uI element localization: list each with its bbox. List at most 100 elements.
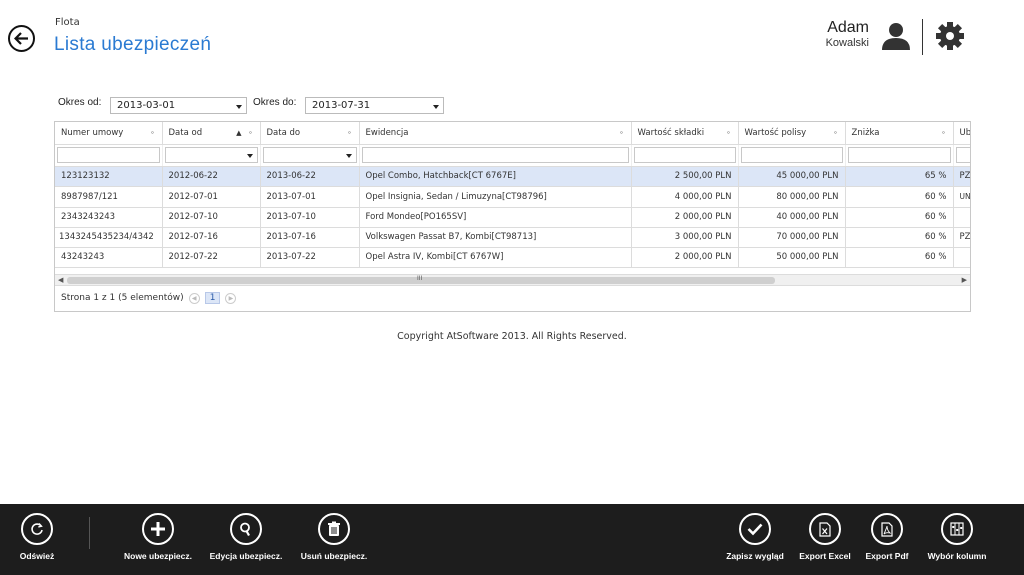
pager-summary: Strona 1 z 1 (5 elementów) <box>61 293 184 303</box>
cell-date-to: 2013-07-01 <box>260 186 360 208</box>
edit-insurance-button[interactable]: Edycja ubezpiecz. <box>204 513 288 561</box>
cell-registry: Volkswagen Passat B7, Kombi[CT98713] <box>359 227 632 248</box>
date-to-select[interactable]: 2013-07-31 <box>305 97 444 114</box>
refresh-label: Odśwież <box>19 551 55 561</box>
cell-insurer: PZ <box>953 166 970 187</box>
gear-icon[interactable] <box>934 20 966 52</box>
cell-registry: Opel Insignia, Sedan / Limuzyna[CT98796] <box>359 186 632 208</box>
column-header-registry[interactable]: Ewidencja ⚬ <box>359 122 632 145</box>
save-layout-label: Zapisz wygląd <box>726 551 784 561</box>
column-header-insurer[interactable]: Ub <box>953 122 970 145</box>
chevron-left-icon: ◀ <box>191 294 197 302</box>
app-section-label: Flota <box>55 17 80 28</box>
date-from-select[interactable]: 2013-03-01 <box>110 97 247 114</box>
back-button[interactable] <box>8 25 35 52</box>
table-row[interactable]: 43243243 2012-07-22 2013-07-22 Opel Astr… <box>55 247 970 268</box>
pager-current-page[interactable]: 1 <box>204 292 221 304</box>
chevron-right-icon: ▶ <box>228 294 234 302</box>
column-header-discount[interactable]: Zniżka ⚬ <box>845 122 954 145</box>
cell-premium: 2 000,00 PLN <box>631 207 739 228</box>
user-avatar-icon[interactable] <box>879 22 913 50</box>
cell-discount: 60 % <box>845 186 954 208</box>
excel-file-icon <box>819 521 831 537</box>
filter-input-date-from[interactable] <box>164 147 258 163</box>
table-row[interactable]: 123123132 2012-06-22 2013-06-22 Opel Com… <box>55 166 970 187</box>
export-pdf-button[interactable]: Export Pdf <box>860 513 914 561</box>
filter-icon[interactable]: ⚬ <box>726 129 732 137</box>
user-first-name: Adam <box>827 19 869 36</box>
filter-input-contract-number[interactable] <box>57 147 160 163</box>
cell-premium: 2 000,00 PLN <box>631 247 739 268</box>
cell-discount: 60 % <box>845 247 954 268</box>
cell-policy-value: 45 000,00 PLN <box>738 166 846 187</box>
cell-date-from: 2012-07-22 <box>162 247 261 268</box>
edit-insurance-label: Edycja ubezpiecz. <box>209 551 283 561</box>
cell-date-to: 2013-06-22 <box>260 166 360 187</box>
date-to-label: Okres do: <box>253 97 297 108</box>
table-row[interactable]: 1343245435234/4342 2012-07-16 2013-07-16… <box>55 227 970 248</box>
new-insurance-button[interactable]: Nowe ubezpiecz. <box>118 513 198 561</box>
pager-next-button[interactable]: ▶ <box>225 292 237 304</box>
chevron-down-icon <box>246 154 253 158</box>
cell-insurer <box>953 207 970 228</box>
filter-row <box>55 144 970 167</box>
column-header-contract-number[interactable]: Numer umowy ⚬ <box>55 122 163 145</box>
cell-policy-value: 80 000,00 PLN <box>738 186 846 208</box>
filter-input-registry[interactable] <box>361 147 629 163</box>
new-insurance-label: Nowe ubezpiecz. <box>123 551 192 561</box>
app-bar: Odśwież Nowe ubezpiecz. Edycja ubezpiecz… <box>0 504 1024 575</box>
table-row[interactable]: 8987987/121 2012-07-01 2013-07-01 Opel I… <box>55 186 970 208</box>
sort-ascending-icon: ▲ <box>236 129 242 137</box>
cell-registry: Ford Mondeo[PO165SV] <box>359 207 632 228</box>
horizontal-scrollbar[interactable]: ◀ III ▶ <box>55 274 970 286</box>
filter-icon[interactable]: ⚬ <box>150 129 156 137</box>
export-excel-button[interactable]: Export Excel <box>795 513 855 561</box>
cell-contract-number: 43243243 <box>55 247 163 268</box>
chevron-down-icon <box>433 105 439 109</box>
scroll-left-icon[interactable]: ◀ <box>58 276 63 284</box>
table-row[interactable]: 2343243243 2012-07-10 2013-07-10 Ford Mo… <box>55 207 970 228</box>
cell-policy-value: 70 000,00 PLN <box>738 227 846 248</box>
scrollbar-thumb[interactable]: III <box>67 275 775 284</box>
filter-input-discount[interactable] <box>847 147 951 163</box>
cell-date-from: 2012-07-16 <box>162 227 261 248</box>
filter-icon[interactable]: ⚬ <box>619 129 625 137</box>
cell-contract-number: 8987987/121 <box>55 186 163 208</box>
filter-icon[interactable]: ⚬ <box>833 129 839 137</box>
delete-insurance-button[interactable]: Usuń ubezpiecz. <box>294 513 374 561</box>
column-header-premium[interactable]: Wartość składki ⚬ <box>631 122 739 145</box>
cell-premium: 3 000,00 PLN <box>631 227 739 248</box>
column-chooser-button[interactable]: Wybór kolumn <box>922 513 992 561</box>
user-info[interactable]: Adam Kowalski <box>789 19 869 49</box>
filter-icon[interactable]: ⚬ <box>347 129 353 137</box>
filter-input-policy-value[interactable] <box>740 147 843 163</box>
filter-input-premium[interactable] <box>633 147 736 163</box>
refresh-button[interactable]: Odśwież <box>14 513 60 561</box>
user-last-name: Kowalski <box>825 37 869 49</box>
page-title: Lista ubezpieczeń <box>54 34 212 55</box>
filter-input-date-to[interactable] <box>262 147 357 163</box>
cell-contract-number: 123123132 <box>55 166 163 187</box>
column-chooser-label: Wybór kolumn <box>927 551 987 561</box>
filter-input-insurer[interactable] <box>955 147 970 163</box>
column-header-date-from[interactable]: Data od ▲ ⚬ <box>162 122 261 145</box>
cell-insurer: UN [R <box>953 186 970 208</box>
pager-prev-button[interactable]: ◀ <box>188 292 200 304</box>
columns-icon <box>950 522 964 536</box>
filter-icon[interactable]: ⚬ <box>941 129 947 137</box>
insurance-grid: Numer umowy ⚬ Data od ▲ ⚬ Data do ⚬ Ewidencj… <box>54 121 971 312</box>
column-header-date-to[interactable]: Data do ⚬ <box>260 122 360 145</box>
cell-registry: Opel Astra IV, Kombi[CT 6767W] <box>359 247 632 268</box>
save-layout-button[interactable]: Zapisz wygląd <box>720 513 790 561</box>
filter-icon[interactable]: ⚬ <box>248 129 254 137</box>
scrollbar-grip: III <box>417 275 423 282</box>
scroll-right-icon[interactable]: ▶ <box>962 276 967 284</box>
column-header-policy-value[interactable]: Wartość polisy ⚬ <box>738 122 846 145</box>
cell-discount: 60 % <box>845 227 954 248</box>
cell-date-from: 2012-07-01 <box>162 186 261 208</box>
date-to-value: 2013-07-31 <box>312 100 371 111</box>
cell-policy-value: 40 000,00 PLN <box>738 207 846 228</box>
cell-premium: 4 000,00 PLN <box>631 186 739 208</box>
cell-insurer: PZ <box>953 227 970 248</box>
cell-date-to: 2013-07-16 <box>260 227 360 248</box>
